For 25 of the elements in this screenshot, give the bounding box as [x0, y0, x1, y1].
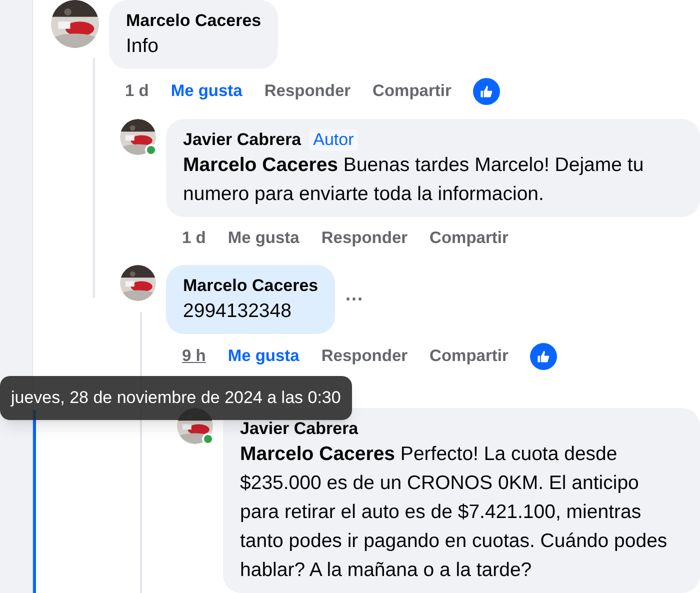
share-link[interactable]: Compartir: [430, 344, 508, 369]
comment-text: Marcelo Caceres Perfecto! La cuota desde $235.000 es de un CRONOS 0KM. El anticipo para retirar el auto es de $7.421.100, mientras tanto podes ir pagando en cuotas. Cuándo podes hablar? A la mañana o a la tarde?: [240, 442, 668, 583]
share-link[interactable]: Compartir: [430, 226, 508, 251]
author-name[interactable]: Javier Cabrera: [240, 418, 358, 440]
reply-link[interactable]: Responder: [321, 226, 408, 251]
reply-link[interactable]: Responder: [264, 79, 351, 104]
timestamp-link[interactable]: 1 d: [125, 79, 149, 104]
timestamp-link[interactable]: 1 d: [182, 226, 206, 251]
like-link[interactable]: Me gusta: [170, 79, 242, 104]
like-reaction-icon[interactable]: [473, 78, 500, 105]
reply-link[interactable]: Responder: [321, 344, 408, 369]
author-label: Autor: [309, 129, 358, 151]
author-name[interactable]: Javier Cabrera: [183, 129, 302, 151]
like-link[interactable]: Me gusta: [228, 344, 300, 369]
comment-text: Marcelo Caceres Buenas tardes Marcelo! Dejame tu numero para enviarte toda la informacion.: [183, 153, 645, 207]
comment-text: 2994132348: [183, 298, 292, 324]
date-tooltip: jueves, 28 de noviembre de 2024 a las 0:30: [0, 376, 352, 420]
share-link[interactable]: Compartir: [372, 79, 452, 104]
author-name[interactable]: Marcelo Caceres: [126, 10, 262, 32]
comment-text: Info: [126, 34, 160, 59]
author-name[interactable]: Marcelo Caceres: [183, 274, 318, 297]
timestamp-link[interactable]: 9 h: [182, 344, 206, 369]
like-link[interactable]: Me gusta: [228, 226, 300, 251]
more-options-icon[interactable]: ⋯: [345, 290, 364, 308]
like-reaction-icon[interactable]: [530, 342, 558, 370]
